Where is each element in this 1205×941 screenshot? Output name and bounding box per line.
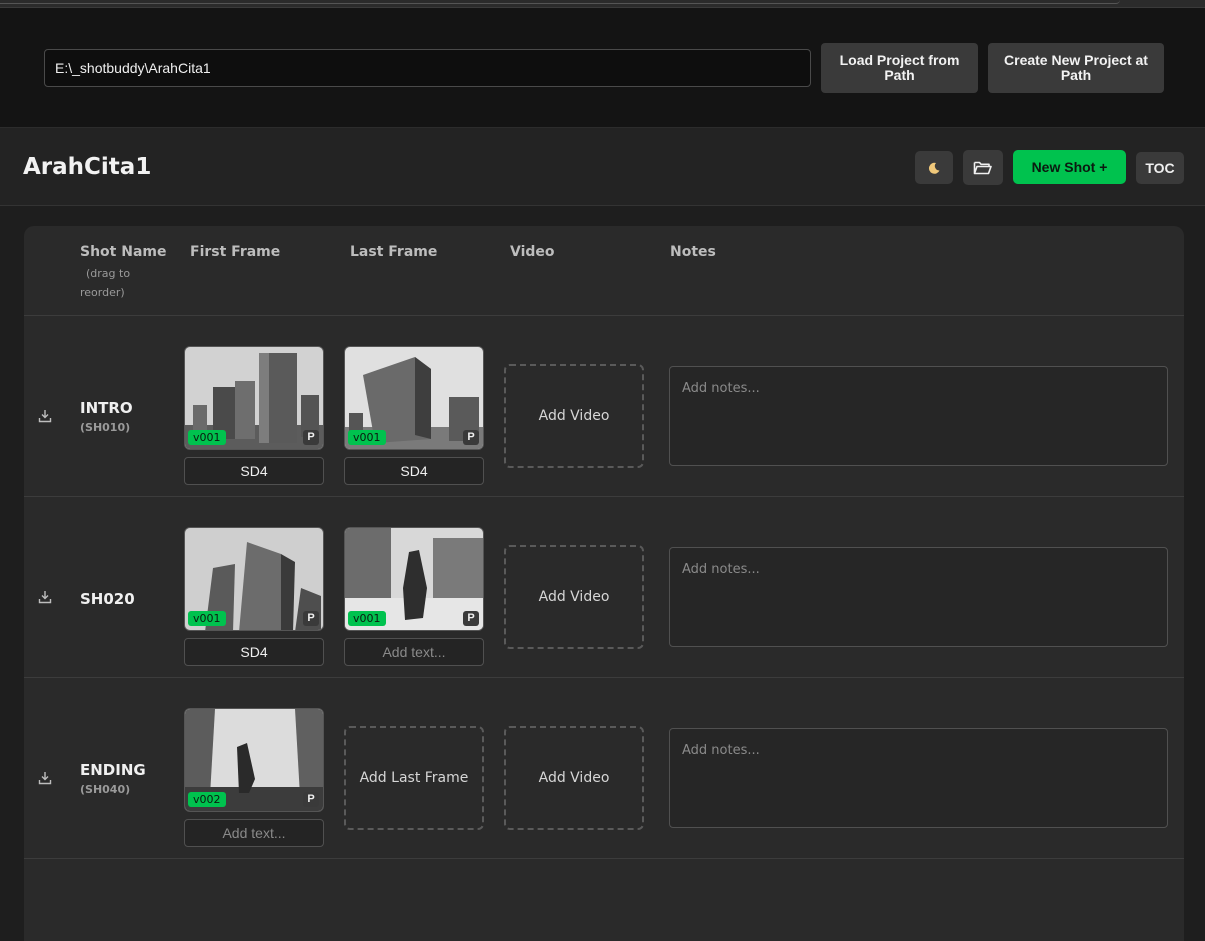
notes-field[interactable] [669,728,1168,828]
version-badge: v001 [348,611,386,626]
shot-name[interactable]: SH020 [80,590,135,608]
preview-badge[interactable]: P [303,611,319,626]
create-project-button[interactable]: Create New Project at Path [988,43,1164,93]
column-header-shot-name: Shot Name [80,244,167,260]
theme-toggle-button[interactable] [915,151,953,184]
project-title: ArahCita1 [23,154,152,180]
moon-icon [928,162,940,174]
notes-field[interactable] [669,366,1168,466]
project-header: ArahCita1 New Shot + TOC [0,128,1205,206]
shot-table: Shot Name (drag to reorder) First Frame … [24,226,1184,941]
last-frame-thumbnail[interactable]: v001 P [344,527,484,631]
version-badge: v001 [188,430,226,445]
first-frame-label-input[interactable] [184,638,324,666]
add-video-dropzone[interactable]: Add Video [504,364,644,468]
last-frame-label-input[interactable] [344,638,484,666]
preview-badge[interactable]: P [463,430,479,445]
last-frame-label-input[interactable] [344,457,484,485]
open-folder-button[interactable] [963,150,1003,185]
divider [24,858,1184,859]
add-last-frame-dropzone[interactable]: Add Last Frame [344,726,484,830]
shot-row: INTRO (SH010) v001 P SD4 v001 P SD4 Add … [24,316,1184,497]
project-path-input[interactable] [44,49,811,87]
add-video-dropzone[interactable]: Add Video [504,545,644,649]
preview-badge[interactable]: P [463,611,479,626]
drag-handle-icon[interactable] [38,590,52,604]
first-frame-label-input[interactable] [184,457,324,485]
column-header-last-frame: Last Frame [350,244,438,260]
preview-badge[interactable]: P [303,792,319,807]
new-shot-button[interactable]: New Shot + [1013,150,1126,184]
add-video-dropzone[interactable]: Add Video [504,726,644,830]
project-path-bar: Load Project from Path Create New Projec… [0,8,1205,128]
column-header-first-frame: First Frame [190,244,281,260]
drag-handle-icon[interactable] [38,409,52,423]
version-badge: v001 [188,611,226,626]
shot-name[interactable]: ENDING [80,761,146,779]
shot-name[interactable]: INTRO [80,399,133,417]
drag-handle-icon[interactable] [38,771,52,785]
shot-code: (SH010) [80,421,131,434]
first-frame-thumbnail[interactable]: v002 P [184,708,324,812]
column-header-shot-name-hint: (drag to reorder) [80,267,131,299]
folder-open-icon [973,161,992,174]
notes-field[interactable] [669,547,1168,647]
version-badge: v002 [188,792,226,807]
shot-row: ENDING (SH040) v002 P Add Last Frame Add… [24,678,1184,859]
first-frame-thumbnail[interactable]: v001 P [184,346,324,450]
last-frame-thumbnail[interactable]: v001 P [344,346,484,450]
first-frame-label-input[interactable] [184,819,324,847]
load-project-button[interactable]: Load Project from Path [821,43,978,93]
browser-tab-strip [0,0,1205,8]
first-frame-thumbnail[interactable]: v001 P [184,527,324,631]
shot-code: (SH040) [80,783,131,796]
preview-badge[interactable]: P [303,430,319,445]
column-header-notes: Notes [670,244,716,260]
toc-button[interactable]: TOC [1136,152,1184,184]
shot-row: SH020 v001 P v001 P A [24,497,1184,678]
version-badge: v001 [348,430,386,445]
column-header-video: Video [510,244,555,260]
